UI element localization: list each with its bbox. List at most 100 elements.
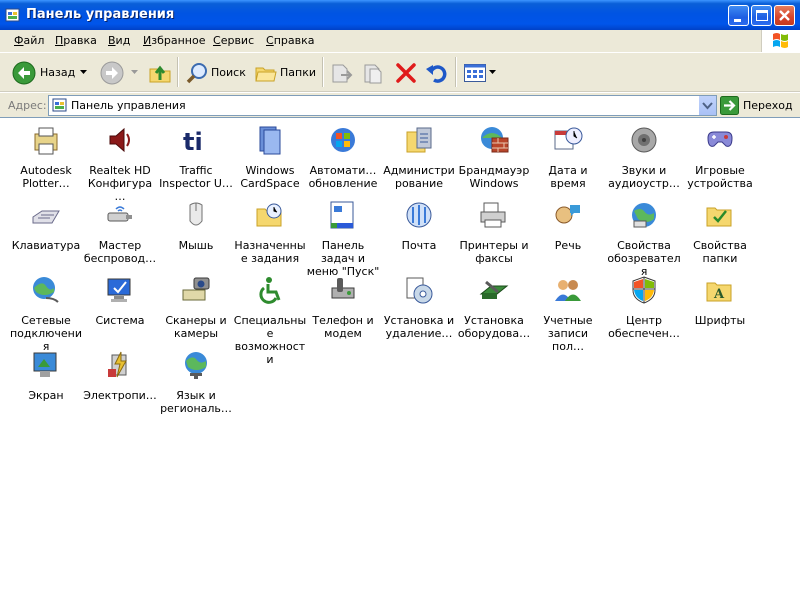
copy-to-icon[interactable]: [362, 61, 386, 85]
control-panel-item-label: Шрифты: [694, 314, 746, 327]
maximize-button[interactable]: [751, 5, 772, 26]
control-panel-item-label: Телефон и модем: [312, 314, 374, 340]
address-value: Панель управления: [71, 99, 186, 112]
control-panel-item[interactable]: Панель задач и меню "Пуск": [306, 199, 380, 278]
folders-icon[interactable]: [254, 61, 278, 85]
control-panel-items-view: Autodesk Plotter… Realtek HD Конфигура… ti…: [0, 117, 800, 601]
menu-tools[interactable]: Сервис: [213, 34, 254, 47]
control-panel-item-label: Электропи…: [83, 389, 157, 402]
standard-toolbar: Назад Поиск Папки: [0, 53, 800, 92]
control-panel-item[interactable]: Телефон и модем: [306, 274, 380, 340]
admin-tools-icon: [403, 124, 435, 156]
control-panel-small-icon: [52, 98, 67, 112]
menu-edit[interactable]: Правка: [55, 34, 97, 47]
taskbar-icon: [327, 199, 359, 231]
svg-text:ti: ti: [183, 128, 203, 156]
regional-options-icon: [180, 349, 212, 381]
control-panel-item[interactable]: Windows CardSpace: [233, 124, 307, 190]
control-panel-item[interactable]: Электропи…: [83, 349, 157, 402]
control-panel-item[interactable]: Автомати… обновление: [306, 124, 380, 190]
control-panel-item[interactable]: Почта: [382, 199, 456, 252]
control-panel-item[interactable]: Установка и удаление…: [382, 274, 456, 340]
control-panel-item[interactable]: Специальные возможности: [233, 274, 307, 366]
address-dropdown-button[interactable]: [698, 96, 716, 115]
control-panel-item[interactable]: Свойства обозревателя: [607, 199, 681, 278]
forward-arrow-icon[interactable]: [100, 61, 124, 85]
control-panel-item[interactable]: Игровые устройства: [683, 124, 757, 190]
control-panel-item-label: Почта: [401, 239, 437, 252]
realtek-speaker-icon: [104, 124, 136, 156]
move-to-icon[interactable]: [330, 61, 354, 85]
back-arrow-icon[interactable]: [12, 61, 36, 85]
control-panel-item[interactable]: Сетевые подключения: [9, 274, 83, 353]
control-panel-item[interactable]: Realtek HD Конфигура…: [83, 124, 157, 203]
menu-file[interactable]: Файл: [14, 34, 44, 47]
control-panel-item[interactable]: Клавиатура: [9, 199, 83, 252]
control-panel-item-label: Панель задач и меню "Пуск": [306, 239, 380, 278]
accessibility-icon: [254, 274, 286, 306]
control-panel-item[interactable]: Принтеры и факсы: [457, 199, 531, 265]
delete-icon[interactable]: [394, 61, 418, 85]
control-panel-item-label: Специальные возможности: [233, 314, 307, 366]
back-button[interactable]: Назад: [40, 66, 75, 79]
security-center-icon: [628, 274, 660, 306]
control-panel-item[interactable]: Брандмауэр Windows: [457, 124, 531, 190]
control-panel-item[interactable]: Сканеры и камеры: [159, 274, 233, 340]
menu-favorites[interactable]: Избранное: [143, 34, 205, 47]
control-panel-item[interactable]: Мышь: [159, 199, 233, 252]
control-panel-item[interactable]: A Шрифты: [683, 274, 757, 327]
control-panel-item[interactable]: Свойства папки: [683, 199, 757, 265]
search-button[interactable]: Поиск: [211, 66, 246, 79]
control-panel-item[interactable]: Система: [83, 274, 157, 327]
close-button[interactable]: [774, 5, 795, 26]
title-bar[interactable]: Панель управления: [0, 0, 800, 30]
control-panel-item[interactable]: Мастер беспровод…: [83, 199, 157, 265]
control-panel-item[interactable]: Язык и региональ…: [159, 349, 233, 415]
address-bar: Адрес: Панель управления Переход: [0, 92, 800, 118]
back-dropdown-icon[interactable]: [80, 70, 88, 76]
date-time-icon: [552, 124, 584, 156]
search-icon[interactable]: [186, 61, 210, 85]
control-panel-item[interactable]: Администрирование: [382, 124, 456, 190]
control-panel-item[interactable]: Установка оборудова…: [457, 274, 531, 340]
views-dropdown-icon[interactable]: [489, 70, 497, 76]
control-panel-item[interactable]: Дата и время: [531, 124, 605, 190]
control-panel-item-label: Свойства папки: [693, 239, 747, 265]
control-panel-item[interactable]: ti Traffic Inspector U…: [159, 124, 233, 190]
forward-dropdown-icon[interactable]: [131, 70, 139, 76]
windows-logo-icon: [761, 30, 800, 52]
control-panel-item[interactable]: Звуки и аудиоустр…: [607, 124, 681, 190]
control-panel-item[interactable]: Учетные записи пол…: [531, 274, 605, 353]
windows-update-icon: [327, 124, 359, 156]
control-panel-item[interactable]: Назначенные задания: [233, 199, 307, 265]
control-panel-item-label: Администрирование: [383, 164, 455, 190]
folders-button[interactable]: Папки: [280, 66, 316, 79]
display-icon: [30, 349, 62, 381]
control-panel-item-label: Клавиатура: [11, 239, 81, 252]
go-arrow-icon[interactable]: [720, 96, 739, 115]
menu-help[interactable]: Справка: [266, 34, 314, 47]
printer-icon: [478, 199, 510, 231]
control-panel-item[interactable]: Экран: [9, 349, 83, 402]
go-button[interactable]: Переход: [743, 99, 793, 112]
address-label: Адрес:: [8, 99, 47, 112]
control-panel-item[interactable]: Центр обеспечен…: [607, 274, 681, 340]
keyboard-icon: [30, 199, 62, 231]
address-input[interactable]: Панель управления: [48, 95, 717, 116]
control-panel-item[interactable]: Речь: [531, 199, 605, 252]
control-panel-item-label: Свойства обозревателя: [607, 239, 681, 278]
fonts-icon: A: [704, 274, 736, 306]
control-panel-item-label: Назначенные задания: [234, 239, 306, 265]
traffic-inspector-icon: ti: [180, 124, 212, 156]
control-panel-window: Панель управления Файл Правка Вид Избран…: [0, 0, 800, 601]
minimize-button[interactable]: [728, 5, 749, 26]
undo-icon[interactable]: [425, 61, 449, 85]
up-folder-icon[interactable]: [148, 61, 172, 85]
control-panel-item-label: Установка и удаление…: [383, 314, 455, 340]
views-icon[interactable]: [463, 61, 487, 85]
control-panel-item-label: Windows CardSpace: [240, 164, 300, 190]
control-panel-item-label: Установка оборудова…: [457, 314, 531, 340]
menu-view[interactable]: Вид: [108, 34, 130, 47]
control-panel-item[interactable]: Autodesk Plotter…: [9, 124, 83, 190]
control-panel-item-label: Realtek HD Конфигура…: [87, 164, 153, 203]
